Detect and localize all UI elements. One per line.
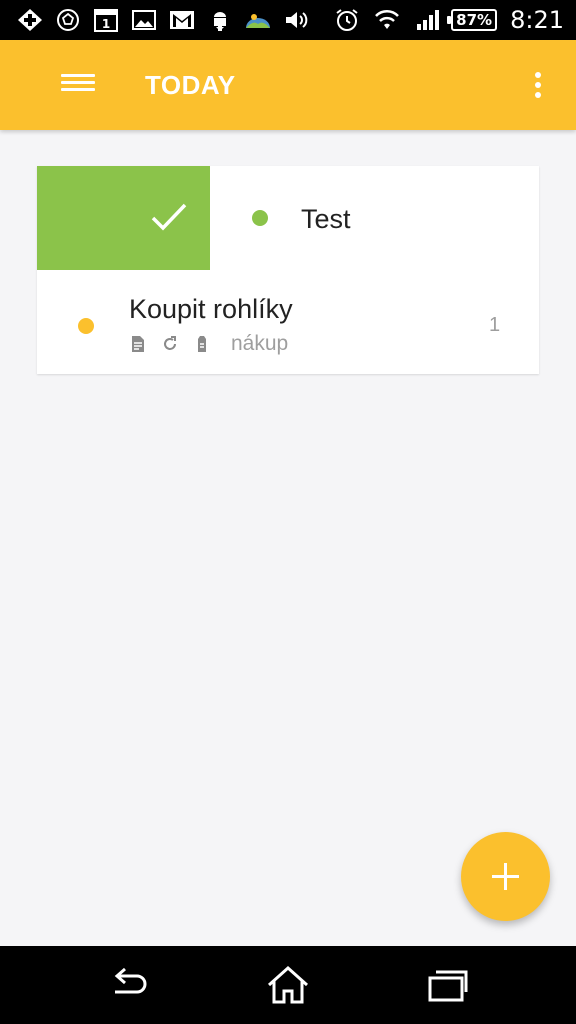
list-item-test[interactable]: Test <box>37 166 539 270</box>
status-bar: 1 87% 8:21 <box>0 0 576 40</box>
task-list: Test Koupit rohlíky nákup 1 <box>37 166 539 374</box>
more-options-icon[interactable] <box>526 68 550 102</box>
app-bar: TODAY <box>0 40 576 130</box>
volume-icon <box>280 7 311 33</box>
task-title: Test <box>301 204 351 234</box>
soccer-ball-icon <box>52 7 83 33</box>
signal-icon <box>411 7 442 33</box>
notification-icons: 1 <box>0 7 311 33</box>
task-count: 1 <box>489 314 501 336</box>
battery-icon: 87% <box>447 9 498 31</box>
status-dot <box>252 210 268 226</box>
swipe-done-action[interactable] <box>37 166 210 270</box>
system-icons: 87% 8:21 <box>331 6 576 34</box>
task-meta: nákup <box>129 332 288 356</box>
check-icon <box>151 203 187 231</box>
repeat-icon <box>161 335 179 353</box>
back-icon[interactable] <box>105 964 153 1006</box>
recent-apps-icon[interactable] <box>424 964 472 1006</box>
status-dot <box>78 318 94 334</box>
clock: 8:21 <box>510 6 564 34</box>
gallery-icon <box>128 7 159 33</box>
tag-icon <box>193 335 211 353</box>
list-item-koupit-rohliky[interactable]: Koupit rohlíky nákup 1 <box>37 270 539 374</box>
add-task-button[interactable] <box>461 832 550 921</box>
landscape-icon <box>242 7 273 33</box>
gmail-icon <box>166 7 197 33</box>
plus-app-icon <box>14 7 45 33</box>
alarm-icon <box>331 7 362 33</box>
calendar-day: 1 <box>101 17 109 31</box>
wifi-icon <box>371 7 402 33</box>
task-tag: nákup <box>231 332 289 355</box>
task-title: Koupit rohlíky <box>129 294 293 324</box>
plus-icon <box>492 863 519 890</box>
navigation-bar <box>0 946 576 1024</box>
note-icon <box>129 335 147 353</box>
home-icon[interactable] <box>264 964 312 1006</box>
calendar-icon: 1 <box>90 7 121 33</box>
android-icon <box>204 7 235 33</box>
menu-icon[interactable] <box>58 70 98 100</box>
page-title: TODAY <box>145 70 236 100</box>
